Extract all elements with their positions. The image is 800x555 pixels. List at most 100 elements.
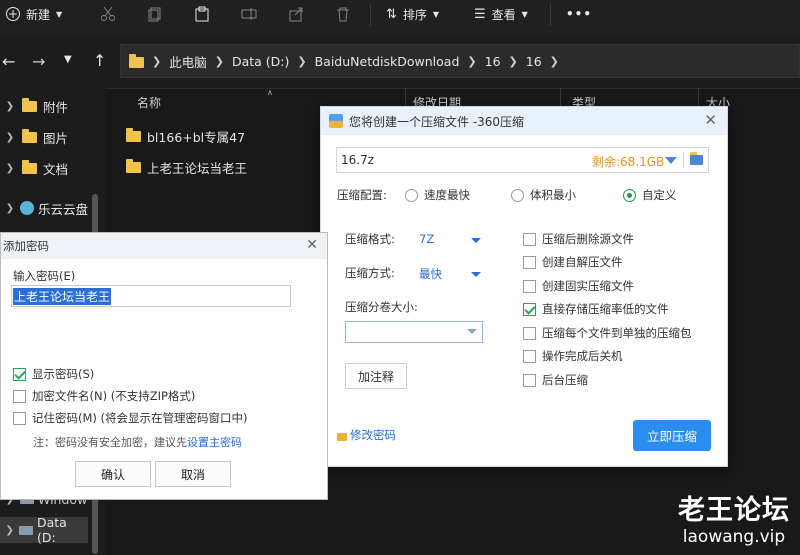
sidebar-item-pictures[interactable]: ❯ 图片 [0,124,106,150]
sort-icon: ⇅ [386,6,397,22]
list-item[interactable]: bl166+bl专属47 [126,127,245,146]
sidebar-item-attachments[interactable]: ❯ 附件 [0,93,106,119]
option-background[interactable]: 后台压缩 [523,372,588,388]
add-password-dialog: 添加密码 ✕ 输入密码(E) 上老王论坛当老王 显示密码(S) 加密文件名(N)… [0,232,328,500]
checkbox-icon [523,349,536,363]
chevron-right-icon[interactable]: ❯ [0,132,20,143]
format-select[interactable]: 7Z [419,232,434,246]
chevron-down-icon: ▼ [56,9,63,19]
back-arrow-icon[interactable]: ← [2,52,15,71]
breadcrumb[interactable]: ❯ 此电脑 ❯ Data (D:) ❯ BaiduNetdiskDownload… [120,44,800,78]
address-bar: ← → ▼ ↑ ❯ 此电脑 ❯ Data (D:) ❯ BaiduNetdisk… [0,36,800,89]
sidebar-item-leyun-cloud[interactable]: ❯ 乐云云盘 [0,195,106,221]
config-label: 压缩配置: [337,188,387,202]
radio-custom[interactable]: 自定义 [623,187,677,203]
more-icon: ••• [566,7,593,21]
compress-dialog: 您将创建一个压缩文件 -360压缩 ✕ 16.7z 剩余:68.1GB 压缩配置… [320,106,728,467]
file-name: 上老王论坛当老王 [147,161,248,176]
radio-speed-fastest[interactable]: 速度最快 [405,187,470,203]
folder-icon [126,159,141,173]
cut-icon[interactable] [100,6,116,22]
chevron-down-icon: ▼ [432,9,440,19]
radio-size-smallest[interactable]: 体积最小 [511,187,576,203]
close-icon[interactable]: ✕ [306,237,318,253]
method-label: 压缩方式: [345,266,395,280]
breadcrumb-baidunetdisk[interactable]: BaiduNetdiskDownload [315,54,460,69]
password-value: 上老王论坛当老王 [13,287,112,305]
chevron-right-icon[interactable]: ❯ [0,525,19,536]
archive-filename[interactable]: 16.7z [341,153,374,167]
option-self-extracting[interactable]: 创建自解压文件 [523,254,623,270]
radio-icon [405,188,418,202]
breadcrumb-drive-d[interactable]: Data (D:) [232,54,289,69]
cancel-button[interactable]: 取消 [155,461,231,487]
paste-icon[interactable] [194,6,210,22]
password-input[interactable]: 上老王论坛当老王 [11,285,291,307]
sidebar-item-documents[interactable]: ❯ 文档 [0,155,106,181]
confirm-button[interactable]: 确认 [75,461,151,487]
new-button[interactable]: + 新建 ▼ [6,0,62,28]
folder-icon [126,128,141,142]
checkbox-icon [523,373,536,387]
compress-dialog-titlebar: 您将创建一个压缩文件 -360压缩 ✕ [321,107,727,135]
set-master-password-link[interactable]: 设置主密码 [187,436,242,449]
close-icon[interactable]: ✕ [704,111,717,129]
sidebar-item-label: 乐云云盘 [38,201,89,217]
chevron-right-icon[interactable]: ❯ [0,203,20,214]
share-icon[interactable] [288,6,304,22]
remember-password-checkbox[interactable]: 记住密码(M) (将会显示在管理密码窗口中) [13,410,248,426]
more-options-button[interactable]: ••• [566,0,592,28]
view-label: 查看 [491,7,516,22]
column-header-name[interactable]: 名称 [137,94,161,111]
option-delete-source[interactable]: 压缩后删除源文件 [523,231,634,247]
option-solid-archive[interactable]: 创建固实压缩文件 [523,278,634,294]
chevron-down-icon[interactable] [471,238,481,243]
watermark-url: laowang.vip [682,527,786,547]
list-item[interactable]: 上老王论坛当老王 [126,158,247,177]
folder-icon [22,159,37,174]
up-arrow-icon[interactable]: ↑ [93,51,106,70]
folder-icon [22,97,37,112]
checkbox-checked-icon [13,367,26,381]
checkbox-icon [13,389,26,403]
change-password-link[interactable]: 修改密码 [337,427,396,443]
breadcrumb-this-pc[interactable]: 此电脑 [169,52,207,71]
radio-icon [511,188,524,202]
encrypt-filenames-checkbox[interactable]: 加密文件名(N) (不支持ZIP格式) [13,388,195,404]
watermark-title: 老王论坛 [678,495,790,526]
browse-folder-icon[interactable] [690,152,703,165]
view-button[interactable]: ☰ 查看 ▼ [474,0,528,28]
chevron-down-icon[interactable] [471,272,481,277]
password-note: 注：密码没有安全加密，建议先设置主密码 [33,436,242,449]
breadcrumb-16[interactable]: 16 [485,54,501,69]
new-label: 新建 [26,7,51,22]
recent-locations-chevron-icon[interactable]: ▼ [64,54,72,65]
compress-now-button[interactable]: 立即压缩 [633,420,711,451]
drive-icon [19,525,33,535]
checkbox-icon [523,279,536,293]
sort-button[interactable]: ⇅ 排序 ▼ [386,0,439,28]
chevron-right-icon[interactable]: ❯ [0,101,20,112]
format-label: 压缩格式: [345,232,395,246]
sidebar-item-label: 图片 [43,130,69,146]
add-comment-button[interactable]: 加注释 [345,363,407,389]
breadcrumb-16-sub[interactable]: 16 [526,54,542,69]
sidebar-item-label: 附件 [43,99,69,115]
sidebar-item-data-drive[interactable]: ❯ Data (D: [0,515,88,545]
option-shutdown-after[interactable]: 操作完成后关机 [523,348,623,364]
password-dialog-titlebar: 添加密码 ✕ [1,233,327,259]
rename-icon[interactable] [241,6,257,22]
delete-icon[interactable] [335,6,351,22]
copy-icon[interactable] [147,6,163,22]
show-password-checkbox[interactable]: 显示密码(S) [13,366,94,382]
chevron-right-icon[interactable]: ❯ [0,163,20,174]
method-select[interactable]: 最快 [419,266,442,282]
option-store-low-ratio[interactable]: 直接存储压缩率低的文件 [523,301,669,317]
archive-path-field[interactable]: 16.7z 剩余:68.1GB [336,147,709,173]
path-dropdown-icon[interactable] [665,157,677,164]
option-separate-archives[interactable]: 压缩每个文件到单独的压缩包 [523,325,692,341]
volume-size-select[interactable] [345,321,483,343]
forward-arrow-icon[interactable]: → [32,52,45,71]
sort-label: 排序 [402,7,427,22]
volume-size-label: 压缩分卷大小: [345,300,418,314]
